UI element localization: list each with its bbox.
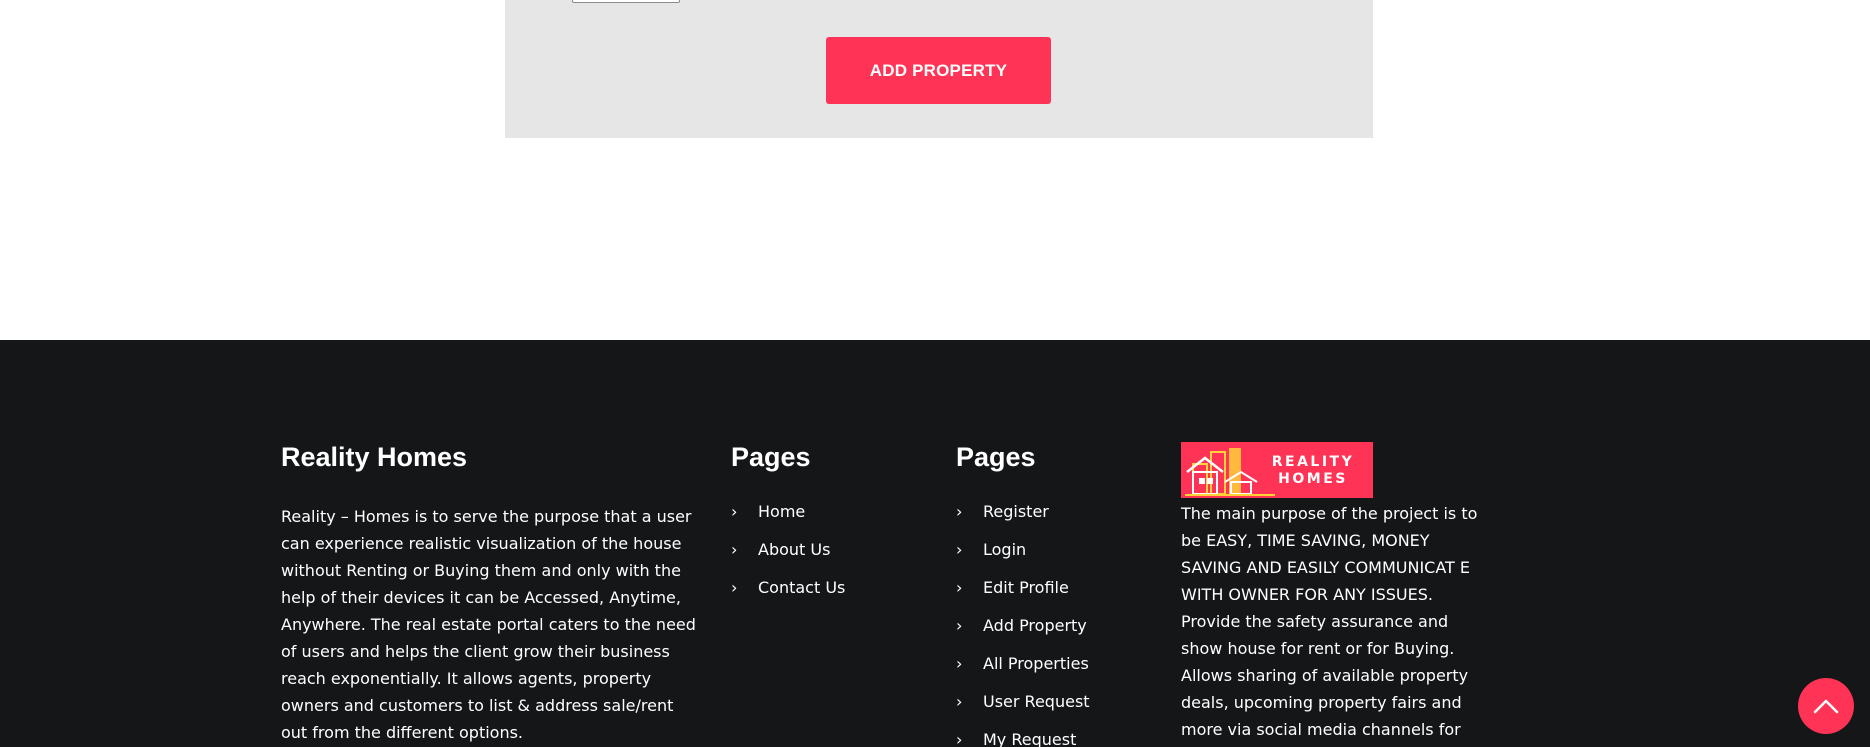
footer-brand-description: The main purpose of the project is to be… — [1181, 504, 1478, 739]
chevron-right-icon: › — [956, 578, 963, 597]
chevron-right-icon: › — [731, 502, 738, 521]
footer-links-b: › Register › Login › Edit Profile › Add Prop… — [956, 501, 1090, 747]
footer-link-label: Add Property — [983, 616, 1087, 635]
footer-link-label: Contact Us — [758, 578, 846, 597]
footer-link-label: Home — [758, 502, 806, 521]
chevron-right-icon: › — [956, 540, 963, 559]
logo-line-1: REALITY — [1271, 454, 1355, 470]
footer-about-text: Reality – Homes is to serve the purpose … — [281, 507, 696, 742]
footer-link-login[interactable]: › Login — [956, 539, 1090, 577]
scroll-to-top-button[interactable] — [1798, 678, 1854, 734]
footer-about-title: Reality Homes — [281, 442, 468, 472]
footer-link-label: Register — [983, 502, 1049, 521]
chevron-right-icon: › — [956, 502, 963, 521]
footer-link-label: My Request — [983, 730, 1077, 747]
footer-link-edit-profile[interactable]: › Edit Profile — [956, 577, 1090, 615]
add-property-button[interactable]: ADD PROPERTY — [826, 37, 1051, 104]
footer-links-a: › Home › About Us › Contact Us — [731, 501, 845, 615]
footer-pages-title-b: Pages — [956, 442, 1036, 472]
footer-link-label: About Us — [758, 540, 831, 559]
footer-link-label: Edit Profile — [983, 578, 1069, 597]
footer-link-user-request[interactable]: › User Request — [956, 691, 1090, 729]
logo-line-2: HOMES — [1278, 471, 1348, 487]
footer-link-about-us[interactable]: › About Us — [731, 539, 845, 577]
footer-pages-title-a: Pages — [731, 442, 811, 472]
footer-link-register[interactable]: › Register — [956, 501, 1090, 539]
footer-link-add-property[interactable]: › Add Property — [956, 615, 1090, 653]
site-footer: Reality Homes Reality – Homes is to serv… — [0, 340, 1870, 747]
chevron-right-icon: › — [956, 730, 963, 747]
chevron-right-icon: › — [731, 540, 738, 559]
chevron-right-icon: › — [956, 654, 963, 673]
chevron-up-icon — [1813, 699, 1839, 714]
chevron-right-icon: › — [731, 578, 738, 597]
footer-link-all-properties[interactable]: › All Properties — [956, 653, 1090, 691]
reality-homes-logo[interactable]: REALITY HOMES — [1181, 442, 1373, 498]
footer-link-home[interactable]: › Home — [731, 501, 845, 539]
footer-link-label: User Request — [983, 692, 1090, 711]
logo-text: REALITY HOMES — [1263, 454, 1363, 488]
form-input-field[interactable] — [572, 0, 680, 3]
footer-link-contact-us[interactable]: › Contact Us — [731, 577, 845, 615]
house-building-icon — [1185, 448, 1275, 496]
chevron-right-icon: › — [956, 616, 963, 635]
footer-link-label: All Properties — [983, 654, 1089, 673]
chevron-right-icon: › — [956, 692, 963, 711]
footer-link-my-request[interactable]: › My Request — [956, 729, 1090, 747]
footer-link-label: Login — [983, 540, 1027, 559]
add-property-form-panel: ADD PROPERTY — [505, 0, 1373, 138]
